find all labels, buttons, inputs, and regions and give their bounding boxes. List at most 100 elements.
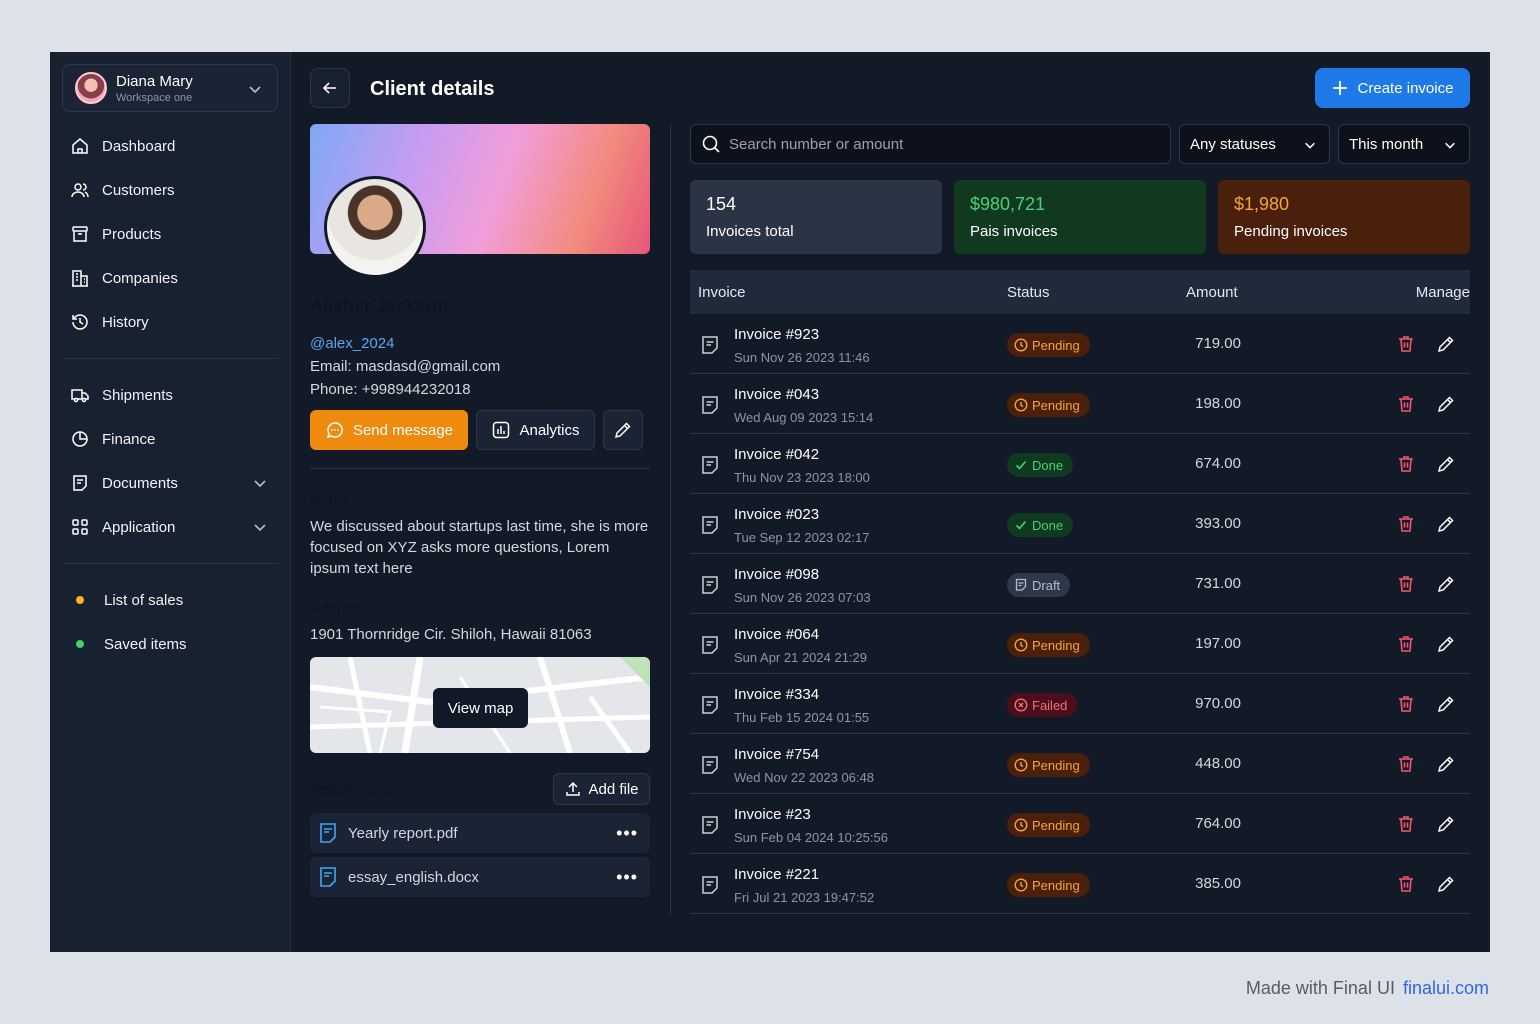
chevron-down-icon xyxy=(247,81,263,97)
client-handle-link[interactable]: @alex_2024 xyxy=(310,335,650,352)
table-row[interactable]: Invoice #043Wed Aug 09 2023 15:14Pending… xyxy=(690,374,1470,434)
sidebar-item-label: Finance xyxy=(102,431,155,448)
status-label: Done xyxy=(1032,458,1063,473)
sidebar-item-products[interactable]: Products xyxy=(62,212,278,256)
primary-nav: Dashboard Customers Products Companies H… xyxy=(62,124,278,344)
invoice-date: Wed Aug 09 2023 15:14 xyxy=(734,410,873,425)
table-row[interactable]: Invoice #064Sun Apr 21 2024 21:29Pending… xyxy=(690,614,1470,674)
sidebar-item-saved-items[interactable]: Saved items xyxy=(62,622,278,666)
send-message-button[interactable]: Send message xyxy=(310,410,468,450)
pencil-icon[interactable] xyxy=(1436,514,1456,534)
create-invoice-button[interactable]: Create invoice xyxy=(1315,68,1470,108)
invoice-name: Invoice #334 xyxy=(734,686,819,703)
invoice-icon xyxy=(699,634,721,656)
attachment-item[interactable]: Yearly report.pdf ••• xyxy=(310,813,650,853)
status-filter-select[interactable]: Any statuses xyxy=(1179,124,1330,164)
pencil-icon[interactable] xyxy=(1436,574,1456,594)
table-body: Invoice #923Sun Nov 26 2023 11:46Pending… xyxy=(690,314,1470,914)
stat-value: $1,980 xyxy=(1234,194,1454,215)
clock-icon xyxy=(1014,638,1028,652)
status-badge: Pending xyxy=(1007,633,1090,657)
back-button[interactable] xyxy=(310,68,350,108)
sidebar-item-customers[interactable]: Customers xyxy=(62,168,278,212)
pencil-icon[interactable] xyxy=(1436,754,1456,774)
client-phone: Phone: +998944232018 xyxy=(310,381,650,398)
sidebar-item-label: Saved items xyxy=(104,636,187,653)
table-row[interactable]: Invoice #23Sun Feb 04 2024 10:25:56Pendi… xyxy=(690,794,1470,854)
column-header-status: Status xyxy=(1007,284,1050,301)
view-map-button[interactable]: View map xyxy=(433,688,528,728)
workspace-switcher[interactable]: Diana Mary Workspace one xyxy=(62,64,278,112)
trash-icon[interactable] xyxy=(1396,334,1416,354)
file-icon xyxy=(318,866,338,888)
status-label: Pending xyxy=(1032,398,1080,413)
sidebar-item-documents[interactable]: Documents xyxy=(62,461,278,505)
trash-icon[interactable] xyxy=(1396,634,1416,654)
trash-icon[interactable] xyxy=(1396,454,1416,474)
analytics-button[interactable]: Analytics xyxy=(476,410,595,450)
pencil-icon[interactable] xyxy=(1436,634,1456,654)
pencil-icon[interactable] xyxy=(1436,814,1456,834)
trash-icon[interactable] xyxy=(1396,574,1416,594)
trash-icon[interactable] xyxy=(1396,394,1416,414)
trash-icon[interactable] xyxy=(1396,874,1416,894)
table-row[interactable]: Invoice #754Wed Nov 22 2023 06:48Pending… xyxy=(690,734,1470,794)
history-icon xyxy=(70,312,90,332)
send-message-label: Send message xyxy=(353,422,453,439)
sidebar-item-history[interactable]: History xyxy=(62,300,278,344)
x-circle-icon xyxy=(1014,698,1028,712)
edit-client-button[interactable] xyxy=(603,410,643,450)
stat-card-paid: $980,721 Pais invoices xyxy=(954,180,1206,254)
more-icon[interactable]: ••• xyxy=(616,867,638,888)
invoice-icon xyxy=(699,334,721,356)
table-row[interactable]: Invoice #334Thu Feb 15 2024 01:55Failed9… xyxy=(690,674,1470,734)
sidebar-item-list-of-sales[interactable]: List of sales xyxy=(62,578,278,622)
chart-icon xyxy=(491,420,511,440)
search-input[interactable]: Search number or amount xyxy=(690,124,1171,164)
add-file-button[interactable]: Add file xyxy=(553,773,650,805)
status-badge: Pending xyxy=(1007,393,1090,417)
status-badge: Pending xyxy=(1007,813,1090,837)
sidebar-item-label: Products xyxy=(102,226,161,243)
invoice-icon xyxy=(699,874,721,896)
sidebar-item-companies[interactable]: Companies xyxy=(62,256,278,300)
stat-card-total: 154 Invoices total xyxy=(690,180,942,254)
stat-label: Pais invoices xyxy=(970,223,1190,240)
status-label: Pending xyxy=(1032,878,1080,893)
pencil-icon[interactable] xyxy=(1436,454,1456,474)
clock-icon xyxy=(1014,758,1028,772)
sidebar-item-label: Application xyxy=(102,519,175,536)
table-row[interactable]: Invoice #042Thu Nov 23 2023 18:00Done674… xyxy=(690,434,1470,494)
table-row[interactable]: Invoice #923Sun Nov 26 2023 11:46Pending… xyxy=(690,314,1470,374)
footer-link[interactable]: finalui.com xyxy=(1403,978,1489,998)
chevron-down-icon xyxy=(1303,138,1317,152)
invoice-name: Invoice #042 xyxy=(734,446,819,463)
sidebar-item-shipments[interactable]: Shipments xyxy=(62,373,278,417)
clock-icon xyxy=(1014,818,1028,832)
attachment-item[interactable]: essay_english.docx ••• xyxy=(310,857,650,897)
period-filter-select[interactable]: This month xyxy=(1338,124,1470,164)
pencil-icon[interactable] xyxy=(1436,394,1456,414)
table-row[interactable]: Invoice #221Fri Jul 21 2023 19:47:52Pend… xyxy=(690,854,1470,914)
notes-heading: Notes xyxy=(310,491,650,508)
trash-icon[interactable] xyxy=(1396,754,1416,774)
trash-icon[interactable] xyxy=(1396,694,1416,714)
pencil-icon[interactable] xyxy=(1436,334,1456,354)
file-icon xyxy=(318,822,338,844)
home-icon xyxy=(70,136,90,156)
trash-icon[interactable] xyxy=(1396,814,1416,834)
period-filter-value: This month xyxy=(1349,136,1423,153)
sidebar-item-finance[interactable]: Finance xyxy=(62,417,278,461)
notes-text: We discussed about startups last time, s… xyxy=(310,516,650,579)
stat-label: Pending invoices xyxy=(1234,223,1454,240)
sidebar-item-application[interactable]: Application xyxy=(62,505,278,549)
invoice-icon xyxy=(699,814,721,836)
pencil-icon[interactable] xyxy=(1436,874,1456,894)
table-row[interactable]: Invoice #023Tue Sep 12 2023 02:17Done393… xyxy=(690,494,1470,554)
more-icon[interactable]: ••• xyxy=(616,823,638,844)
trash-icon[interactable] xyxy=(1396,514,1416,534)
map-preview[interactable]: View map xyxy=(310,657,650,753)
table-row[interactable]: Invoice #098Sun Nov 26 2023 07:03Draft73… xyxy=(690,554,1470,614)
sidebar-item-dashboard[interactable]: Dashboard xyxy=(62,124,278,168)
pencil-icon[interactable] xyxy=(1436,694,1456,714)
